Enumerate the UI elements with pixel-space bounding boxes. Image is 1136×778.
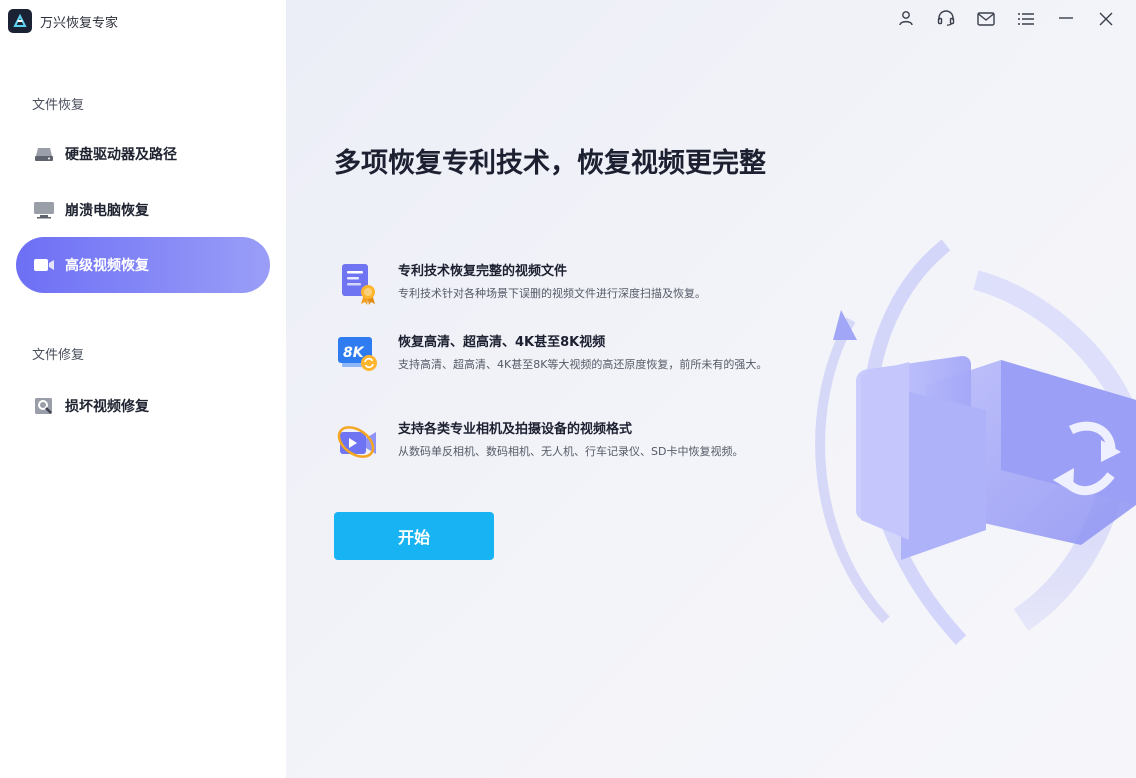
feature-desc: 从数码单反相机、数码相机、无人机、行车记录仪、SD卡中恢复视频。 (398, 445, 744, 458)
main-panel: 多项恢复专利技术，恢复视频更完整 专利技术恢复完整的视频文件 专利技术针对各种场… (286, 0, 1136, 778)
video-camera-icon (33, 254, 55, 276)
menu-icon (1017, 11, 1035, 30)
feature-title: 支持各类专业相机及拍摄设备的视频格式 (398, 422, 633, 437)
sidebar-item-video-repair[interactable]: 损坏视频修复 (16, 378, 270, 434)
section-label-file-repair: 文件修复 (32, 348, 85, 363)
sidebar-item-hard-drive[interactable]: 硬盘驱动器及路径 (16, 126, 270, 182)
messages-button[interactable] (966, 8, 1006, 32)
sidebar-item-label: 高级视频恢复 (65, 258, 149, 274)
minimize-icon (1058, 10, 1074, 30)
feature-title: 专利技术恢复完整的视频文件 (398, 264, 568, 279)
window-controls (886, 8, 1126, 32)
minimize-button[interactable] (1046, 8, 1086, 32)
sidebar-item-crashed-pc[interactable]: 崩溃电脑恢复 (16, 182, 270, 238)
headset-icon (937, 10, 955, 30)
sidebar-item-label: 崩溃电脑恢复 (65, 203, 149, 219)
feature-title: 恢复高清、超高清、4K甚至8K视频 (398, 335, 606, 350)
certificate-icon (334, 260, 382, 308)
app-header: 万兴恢复专家 (8, 8, 118, 34)
sidebar-item-advanced-video[interactable]: 高级视频恢复 (16, 237, 270, 293)
start-button[interactable]: 开始 (334, 512, 494, 560)
feature-item: 支持各类专业相机及拍摄设备的视频格式 从数码单反相机、数码相机、无人机、行车记录… (334, 418, 794, 466)
close-button[interactable] (1086, 8, 1126, 32)
app-logo-icon (8, 9, 32, 33)
8k-badge-text: 8K (343, 345, 365, 361)
app-title: 万兴恢复专家 (40, 15, 119, 31)
feature-desc: 支持高清、超高清、4K甚至8K等大视频的高还原度恢复，前所未有的强大。 (398, 358, 768, 371)
close-icon (1099, 11, 1113, 30)
support-button[interactable] (926, 8, 966, 32)
feature-item: 专利技术恢复完整的视频文件 专利技术针对各种场景下误删的视频文件进行深度扫描及恢… (334, 260, 794, 308)
monitor-icon (33, 199, 55, 221)
camera-orbit-icon (334, 418, 382, 466)
video-recovery-illustration (791, 239, 1136, 660)
user-icon (898, 10, 914, 30)
sidebar-item-label: 损坏视频修复 (65, 399, 149, 415)
feature-item: 8K 恢复高清、超高清、4K甚至8K视频 支持高清、超高清、4K甚至8K等大视频… (334, 331, 794, 379)
video-repair-icon (33, 395, 55, 417)
hard-drive-icon (33, 143, 55, 165)
section-label-file-recovery: 文件恢复 (32, 98, 85, 113)
page-title: 多项恢复专利技术，恢复视频更完整 (334, 148, 766, 179)
mail-icon (977, 11, 995, 30)
8k-icon: 8K (334, 331, 382, 379)
sidebar: 万兴恢复专家 文件恢复 硬盘驱动器及路径 崩溃电脑恢复 高级视频恢复 文件修复 … (0, 0, 286, 778)
account-button[interactable] (886, 8, 926, 32)
feature-desc: 专利技术针对各种场景下误删的视频文件进行深度扫描及恢复。 (398, 287, 706, 300)
sidebar-item-label: 硬盘驱动器及路径 (65, 147, 177, 163)
menu-button[interactable] (1006, 8, 1046, 32)
